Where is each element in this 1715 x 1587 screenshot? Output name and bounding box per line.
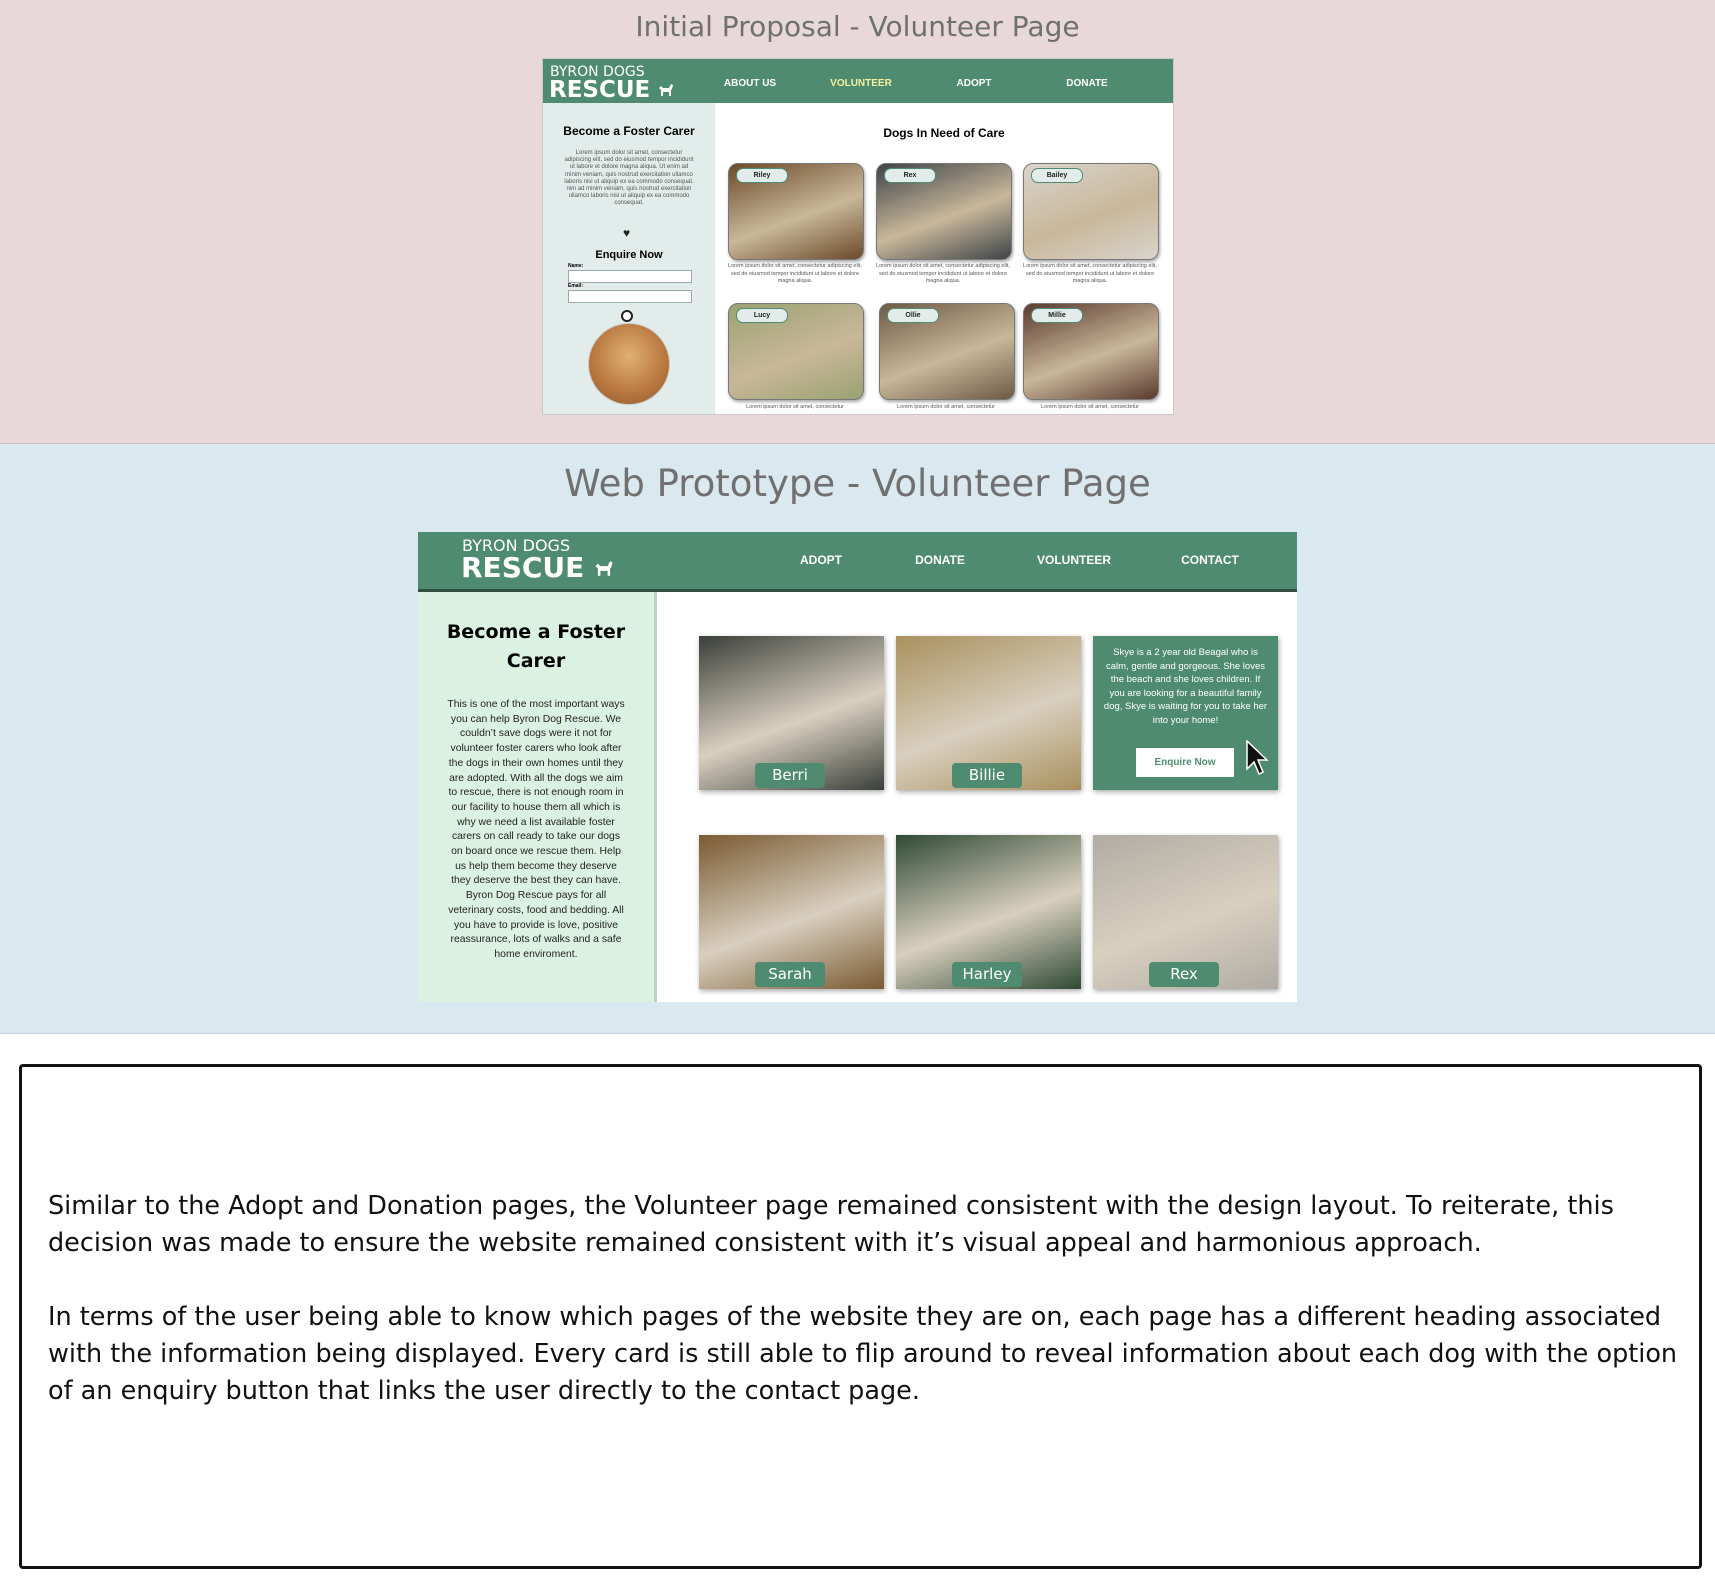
dog-card-skye-flipped[interactable]: Skye is a 2 year old Beagal who is calm,…	[1093, 636, 1278, 790]
dog-card-riley[interactable]: Riley	[728, 163, 864, 260]
dog-card-bailey[interactable]: Bailey	[1023, 163, 1159, 260]
dog-description: Lorem ipsum dolor sit amet, consectetur …	[728, 263, 862, 284]
dog-card-berri[interactable]: Berri	[699, 636, 884, 790]
description-paragraph-1: Similar to the Adopt and Donation pages,…	[48, 1191, 1614, 1258]
name-label: Name:	[568, 263, 584, 269]
sidebar-text: This is one of the most important ways y…	[447, 699, 625, 960]
prototype-sidebar: Become a Foster Carer This is one of the…	[418, 592, 657, 1002]
volunteer-avatar	[588, 323, 670, 405]
nav-adopt[interactable]: ADOPT	[766, 553, 876, 567]
dog-card-billie[interactable]: Billie	[896, 636, 1081, 790]
nav-donate[interactable]: DONATE	[885, 553, 995, 567]
dog-description: Lorem ipsum dolor sit amet, consectetur …	[1023, 263, 1157, 284]
brand-logo[interactable]: RESCUE	[461, 551, 614, 584]
dog-name-label: Rex	[1149, 962, 1219, 987]
brand-bottom-text: RESCUE	[549, 77, 651, 103]
mouse-pointer-icon	[1246, 740, 1269, 776]
nav-donate[interactable]: DONATE	[1042, 78, 1132, 89]
email-label: Email:	[568, 283, 584, 289]
dog-name-label: Sarah	[755, 962, 825, 987]
proposal-section-title: Initial Proposal - Volunteer Page	[635, 10, 1080, 43]
description-paragraph-2: In terms of the user being able to know …	[48, 1302, 1678, 1406]
dog-name-tag: Millie	[1031, 308, 1083, 323]
dog-card-sarah[interactable]: Sarah	[699, 835, 884, 989]
dog-name-label: Harley	[952, 962, 1022, 987]
brand-logo[interactable]: RESCUE	[549, 77, 674, 103]
nav-volunteer[interactable]: VOLUNTEER	[816, 78, 906, 89]
dog-name-tag: Ollie	[887, 308, 939, 323]
dog-name-tag: Riley	[736, 168, 788, 183]
dog-name-label: Billie	[952, 763, 1022, 788]
dog-card-ollie[interactable]: Ollie	[879, 303, 1015, 400]
dog-icon	[659, 84, 674, 96]
brand-bottom-text: RESCUE	[461, 551, 585, 584]
dog-description: Lorem ipsum dolor sit amet, consectetur …	[876, 263, 1010, 284]
proposal-mockup: BYRON DOGS RESCUE ABOUT US VOLUNTEER ADO…	[542, 58, 1174, 415]
dog-icon	[595, 561, 613, 576]
enquire-heading: Enquire Now	[595, 249, 663, 261]
proposal-sidebar: Become a Foster Carer Lorem ipsum dolor …	[543, 103, 715, 414]
dog-info-text: Skye is a 2 year old Beagal who is calm,…	[1103, 647, 1268, 726]
dog-name-label: Berri	[755, 763, 825, 788]
prototype-section-title: Web Prototype - Volunteer Page	[564, 462, 1151, 505]
sidebar-text: Lorem ipsum dolor sit amet, consectetur …	[564, 150, 694, 207]
prototype-navbar: BYRON DOGS RESCUE ADOPT DONATE VOLUNTEER…	[418, 532, 1297, 592]
dog-description: Lorem ipsum dolor sit amet, consectetur	[746, 404, 844, 410]
sidebar-heading: Become a Foster Carer	[446, 621, 626, 672]
main-heading: Dogs In Need of Care	[883, 126, 1005, 140]
submit-icon[interactable]	[621, 310, 633, 322]
heart-icon: ♥	[623, 226, 631, 240]
prototype-mockup: BYRON DOGS RESCUE ADOPT DONATE VOLUNTEER…	[418, 532, 1297, 1002]
sidebar-heading: Become a Foster Carer	[563, 124, 695, 138]
proposal-navbar: BYRON DOGS RESCUE ABOUT US VOLUNTEER ADO…	[543, 59, 1173, 103]
email-field[interactable]	[568, 290, 692, 303]
dog-description: Lorem ipsum dolor sit amet, consectetur	[897, 404, 995, 410]
enquire-now-button[interactable]: Enquire Now	[1136, 748, 1234, 777]
dog-card-lucy[interactable]: Lucy	[728, 303, 864, 400]
dog-card-rex[interactable]: Rex	[1093, 835, 1278, 989]
dog-card-millie[interactable]: Millie	[1023, 303, 1159, 400]
dog-name-tag: Bailey	[1031, 168, 1083, 183]
dog-description: Lorem ipsum dolor sit amet, consectetur	[1041, 404, 1139, 410]
proposal-section: Initial Proposal - Volunteer Page BYRON …	[0, 0, 1715, 444]
nav-contact[interactable]: CONTACT	[1155, 553, 1265, 567]
nav-about-us[interactable]: ABOUT US	[705, 78, 795, 89]
dog-card-harley[interactable]: Harley	[896, 835, 1081, 989]
nav-adopt[interactable]: ADOPT	[929, 78, 1019, 89]
nav-volunteer[interactable]: VOLUNTEER	[1019, 553, 1129, 567]
dog-card-rex[interactable]: Rex	[876, 163, 1012, 260]
dog-name-tag: Lucy	[736, 308, 788, 323]
dog-name-tag: Rex	[884, 168, 936, 183]
description-box: Similar to the Adopt and Donation pages,…	[19, 1064, 1702, 1569]
name-field[interactable]	[568, 270, 692, 283]
